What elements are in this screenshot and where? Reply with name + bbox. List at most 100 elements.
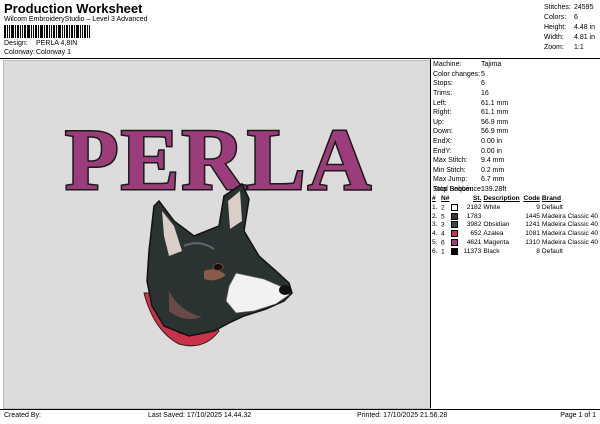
info-value: 5 [481, 70, 485, 78]
info-value: 61.1 mm [481, 109, 509, 117]
needle-number: 5 [441, 212, 445, 220]
perla-lettering: PERLA [63, 111, 373, 211]
info-value: 6.7 mm [481, 176, 505, 184]
info-value: Tajima [481, 61, 502, 69]
color-code: 1445 [525, 212, 540, 220]
stat-value: 4.81 in [574, 34, 596, 42]
embroidery-artwork: PERLA [63, 111, 373, 347]
color-swatch [450, 247, 458, 255]
stop-sequence-table: # N# St. Description Code Brand 1. 2 2182 W… [432, 194, 600, 256]
color-description: White [483, 203, 501, 211]
info-row: Max Jump: 6.7 mm [433, 175, 508, 185]
thread-brand: Default [541, 203, 563, 211]
design-preview: PERLA [3, 60, 431, 409]
thread-brand: Madeira Classic 40 [541, 212, 598, 220]
col-header: # [432, 195, 436, 202]
stat-row: Colors: 6 [544, 12, 596, 22]
perla-text: PERLA [65, 112, 373, 209]
info-row: Up: 56.9 mm [433, 118, 508, 128]
info-label: Down: [433, 128, 453, 136]
stat-row: Zoom: 1:1 [544, 43, 596, 53]
info-row: Right: 61.1 mm [433, 108, 508, 118]
table-row: 5. 6 4621 Magenta 1310 Madeira Classic 40 [432, 238, 600, 247]
info-row: Stops: 6 [433, 79, 508, 89]
stat-value: 1:1 [574, 44, 584, 52]
color-code: 1310 [525, 239, 540, 247]
info-value: 0.2 mm [481, 166, 505, 174]
color-description: Magenta [483, 239, 510, 247]
footer-divider [0, 409, 600, 410]
needle-number: 6 [441, 239, 445, 247]
colorway-label: Colorway: [4, 49, 36, 56]
info-value: 139.28ft [481, 186, 507, 194]
software-subtitle: Wilcom EmbroideryStudio – Level 3 Advanc… [4, 16, 148, 23]
info-label: Machine: [433, 61, 462, 69]
design-label: Design: [4, 40, 28, 47]
stitch-count: 1783 [466, 212, 482, 220]
last-saved: Last Saved: 17/10/2025 14.44.32 [148, 412, 252, 419]
stat-label: Zoom: [544, 44, 564, 52]
info-label: Stops: [433, 80, 453, 88]
color-description: Black [483, 247, 500, 255]
info-label: Right: [433, 109, 452, 117]
info-value: 16 [481, 90, 489, 98]
needle-number: 4 [441, 230, 445, 238]
info-label: Left: [433, 99, 447, 107]
needle-number: 3 [441, 221, 445, 229]
color-swatch [450, 212, 458, 220]
needle-cell: 6 [441, 238, 462, 247]
seq-number: 6. [432, 247, 438, 255]
stat-label: Height: [544, 23, 567, 31]
stitch-count: 652 [470, 230, 482, 238]
stat-row: Width: 4.81 in [544, 33, 596, 43]
stitch-count: 4621 [466, 239, 482, 247]
info-label: Up: [433, 118, 444, 126]
info-label: EndX: [433, 138, 453, 146]
info-value: 0.00 in [481, 147, 503, 155]
info-row: Min Stitch: 0.2 mm [433, 166, 508, 176]
table-row: 2. 5 1783 1445 Madeira Classic 40 [432, 212, 600, 221]
thread-brand: Madeira Classic 40 [541, 239, 598, 247]
color-swatch [450, 203, 458, 211]
needle-number: 2 [441, 204, 445, 212]
info-row: Max Stitch: 9.4 mm [433, 156, 508, 166]
thread-brand: Default [541, 247, 563, 255]
color-swatch [450, 221, 458, 229]
info-value: 61.1 mm [481, 99, 509, 107]
stat-label: Width: [544, 34, 564, 42]
seq-number: 5. [432, 239, 438, 247]
stat-value: 24595 [574, 3, 594, 11]
color-code: 1081 [525, 230, 540, 238]
needle-cell: 2 [441, 203, 462, 212]
needle-cell: 1 [441, 247, 462, 256]
color-code: 1241 [525, 221, 540, 229]
stitch-count: 3982 [466, 221, 482, 229]
info-value: 0.00 in [481, 138, 503, 146]
stat-label: Stitches: [544, 3, 571, 11]
nose [279, 285, 291, 295]
table-row: 4. 4 652 Azalea 1081 Madeira Classic 40 [432, 229, 600, 238]
col-header: Description [483, 195, 520, 202]
colorway-row: Colorway:Colorway 1 [4, 49, 71, 56]
info-value: 9.4 mm [481, 157, 505, 165]
info-row: Machine: Tajima [433, 60, 508, 70]
info-label: EndY: [433, 147, 452, 155]
info-row: Trims: 16 [433, 89, 508, 99]
info-row: EndY: 0.00 in [433, 146, 508, 156]
page-number: Page 1 of 1 [560, 412, 596, 419]
table-row: 6. 1 11373 Black 8 Default [432, 247, 600, 256]
thread-brand: Madeira Classic 40 [541, 230, 598, 238]
stat-row: Stitches: 24595 [544, 2, 596, 12]
header-divider [0, 58, 600, 59]
seq-number: 4. [432, 230, 438, 238]
thread-brand: Madeira Classic 40 [541, 221, 598, 229]
table-row: 1. 2 2182 White 9 Default [432, 203, 600, 212]
design-stats: Stitches: 24595 Colors: 6 Height: 4.48 in W… [544, 2, 596, 53]
info-label: Color changes: [433, 70, 481, 78]
info-value: 56.9 mm [481, 128, 509, 136]
barcode [4, 25, 96, 38]
needle-cell: 3 [441, 221, 462, 230]
info-row: Left: 61.1 mm [433, 98, 508, 108]
col-header: N# [441, 195, 450, 202]
color-code: 9 [536, 203, 540, 211]
